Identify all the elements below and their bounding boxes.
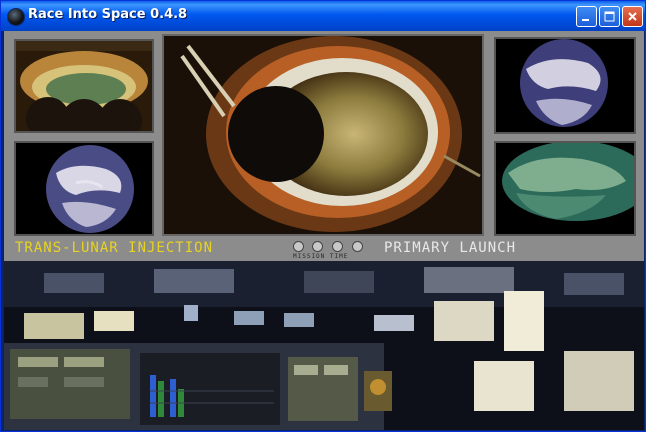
title-bar[interactable]: Race Into Space 0.4.8 [1,1,645,31]
earth-view-monitor [14,141,154,236]
earth-view-monitor-2 [494,37,636,134]
earth-image [16,143,152,234]
mission-control-room [4,261,644,430]
maximize-icon [604,11,615,22]
close-button[interactable] [622,6,643,27]
lunar-surface-monitor [494,141,636,236]
mission-control-image [4,261,644,430]
capsule-window-image [16,41,152,131]
maximize-button[interactable] [599,6,620,27]
minimize-icon [582,19,589,21]
app-window: Race Into Space 0.4.8 TRANS-LUNAR INJECT… [0,0,646,432]
capsule-view-monitor [14,39,154,133]
left-status-label: TRANS-LUNAR INJECTION [15,240,214,256]
right-status-label: PRIMARY LAUNCH [384,240,517,256]
close-icon [628,12,637,21]
lunar-surface-image [496,143,634,234]
mission-time-label: MISSION TIME [293,253,349,260]
mission-time-button-3[interactable] [332,241,343,252]
window-title: Race Into Space 0.4.8 [28,7,188,22]
minimize-button[interactable] [576,6,597,27]
main-view-monitor [162,34,484,236]
app-icon[interactable] [7,8,25,26]
mission-time-control[interactable]: MISSION TIME [290,240,370,261]
earth-image-2 [496,39,634,132]
lunar-approach-image [164,36,482,234]
mission-time-button-2[interactable] [312,241,323,252]
mission-time-button-4[interactable] [352,241,363,252]
game-area[interactable]: TRANS-LUNAR INJECTION MISSION TIME PRIMA… [4,31,644,430]
mission-time-button-1[interactable] [293,241,304,252]
